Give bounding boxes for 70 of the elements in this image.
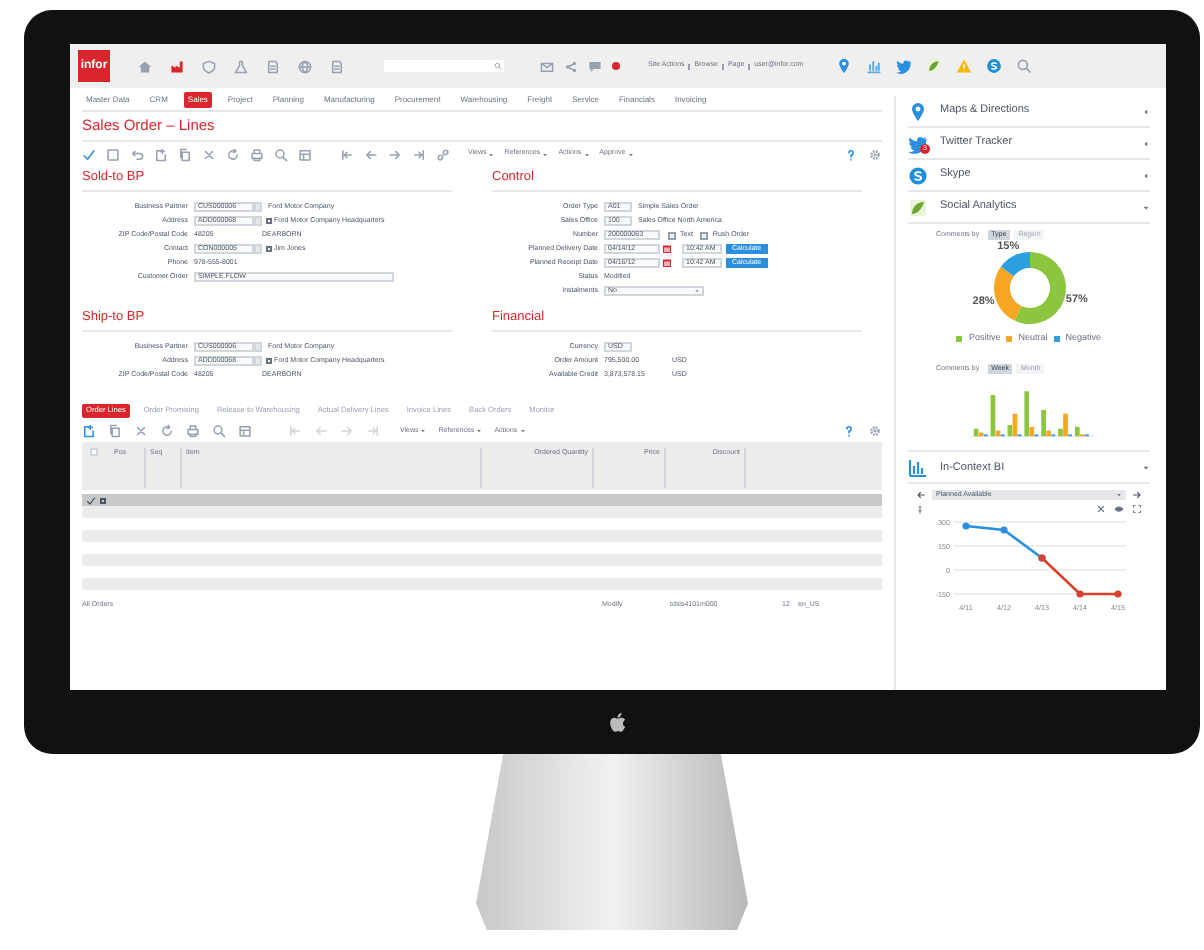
- bird-icon[interactable]: [895, 58, 912, 74]
- undo-icon[interactable]: [130, 147, 144, 161]
- calendar-icon[interactable]: [662, 244, 672, 254]
- bar-chart-icon: [908, 457, 928, 478]
- calendar-icon[interactable]: [662, 258, 672, 268]
- last-arrow-icon[interactable]: [366, 424, 380, 438]
- pin-icon[interactable]: [916, 505, 924, 514]
- link-icon[interactable]: [266, 246, 272, 252]
- print-icon[interactable]: [250, 147, 264, 161]
- eye-icon[interactable]: [1114, 504, 1124, 515]
- first-arrow-icon[interactable]: [340, 147, 354, 161]
- save-icon[interactable]: [106, 147, 120, 161]
- settings-icon[interactable]: [868, 424, 882, 438]
- search-icon[interactable]: [274, 147, 288, 161]
- globe-icon[interactable]: [298, 59, 312, 73]
- checkbox[interactable]: [700, 231, 709, 239]
- table-icon[interactable]: [238, 424, 252, 438]
- copy-icon[interactable]: [178, 147, 192, 161]
- apple-logo-icon: [607, 711, 629, 733]
- expand-icon[interactable]: [1132, 504, 1142, 515]
- help-icon[interactable]: [842, 424, 856, 438]
- print-icon[interactable]: [186, 424, 200, 438]
- delete-icon[interactable]: [134, 424, 148, 438]
- left-arrow-icon[interactable]: [916, 490, 926, 501]
- envelope-icon[interactable]: [540, 59, 554, 73]
- document-icon[interactable]: [330, 59, 344, 73]
- point: [961, 522, 969, 531]
- search-field[interactable]: [384, 60, 504, 72]
- settings-icon[interactable]: [868, 147, 882, 161]
- refresh-icon[interactable]: [226, 147, 240, 161]
- refresh-icon[interactable]: [160, 424, 174, 438]
- last-arrow-icon[interactable]: [412, 147, 426, 161]
- search-icon[interactable]: [1015, 58, 1032, 74]
- checkmark-icon[interactable]: [82, 147, 96, 161]
- new-document-icon[interactable]: [82, 424, 96, 438]
- chat-icon[interactable]: [588, 59, 602, 73]
- factory-icon[interactable]: [170, 59, 184, 73]
- skype-icon[interactable]: [985, 58, 1002, 74]
- search-icon: [494, 62, 502, 70]
- bar-chart-icon[interactable]: [865, 58, 882, 74]
- link-icon[interactable]: [436, 147, 450, 161]
- flask-icon[interactable]: [234, 59, 248, 73]
- row-icon: [100, 497, 106, 503]
- point: [1075, 590, 1083, 599]
- home-icon[interactable]: [138, 59, 152, 73]
- first-arrow-icon[interactable]: [288, 424, 302, 438]
- right-arrow-icon[interactable]: [1132, 490, 1142, 501]
- delete-icon[interactable]: [202, 147, 216, 161]
- map-pin-icon: [908, 101, 928, 121]
- point: [1113, 590, 1121, 599]
- point: [999, 526, 1007, 535]
- help-icon[interactable]: [844, 147, 858, 161]
- delete-icon[interactable]: [1096, 504, 1106, 515]
- search-icon[interactable]: [212, 424, 226, 438]
- checkmark-icon: [86, 495, 96, 505]
- copy-icon[interactable]: [108, 424, 122, 438]
- document-icon[interactable]: [266, 59, 280, 73]
- shield-icon[interactable]: [202, 59, 216, 73]
- link-icon[interactable]: [266, 358, 272, 364]
- table-icon[interactable]: [298, 147, 312, 161]
- share-icon[interactable]: [564, 59, 578, 73]
- new-document-icon[interactable]: [154, 147, 168, 161]
- checkbox[interactable]: [668, 231, 676, 239]
- map-pin-icon[interactable]: [835, 58, 852, 74]
- caret-icon: [1142, 203, 1150, 211]
- social-icon: [908, 197, 928, 217]
- skype-icon: [908, 165, 928, 185]
- warning-icon[interactable]: [955, 58, 972, 74]
- social-icon[interactable]: [925, 58, 942, 74]
- link-icon[interactable]: [266, 218, 272, 224]
